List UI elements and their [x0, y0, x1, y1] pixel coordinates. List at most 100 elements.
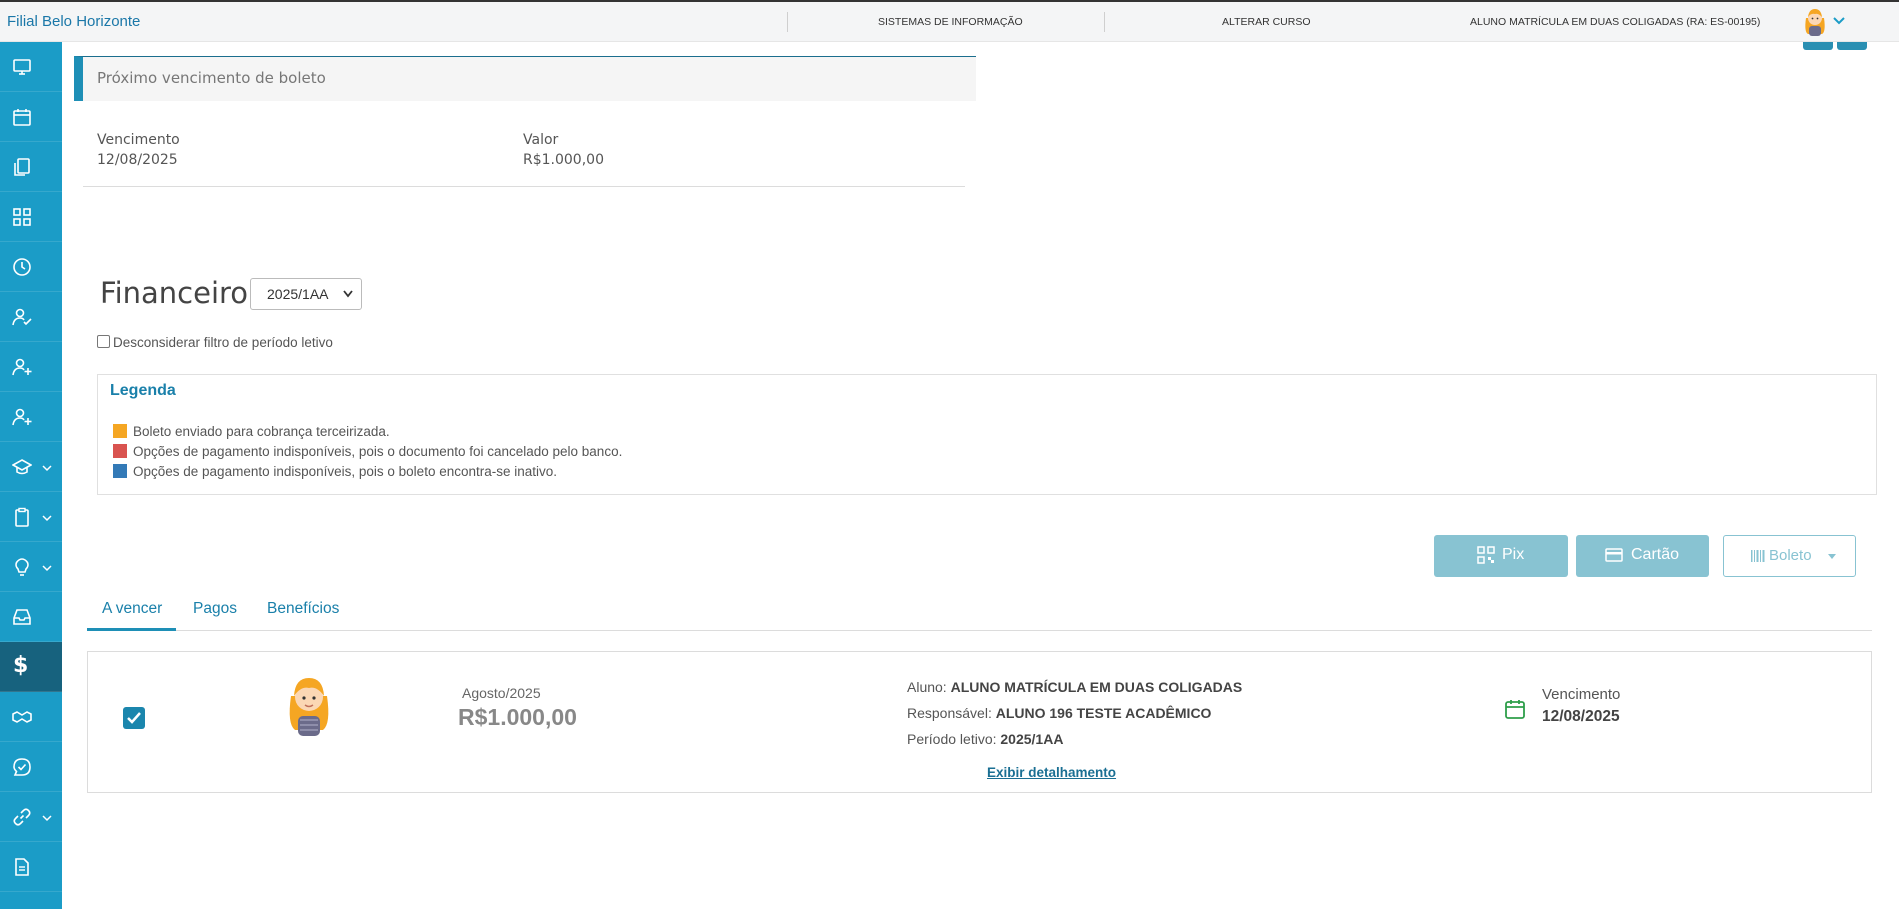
responsible-value: ALUNO 196 TESTE ACADÊMICO	[995, 705, 1212, 721]
period-select[interactable]: 2025/1AA	[250, 278, 362, 310]
tabs-divider	[87, 630, 1872, 631]
tab-pagos[interactable]: Pagos	[193, 600, 237, 618]
sidebar-item-ideas[interactable]	[0, 542, 62, 592]
student-label: Aluno:	[907, 679, 947, 695]
period-select-value: 2025/1AA	[267, 286, 329, 302]
top-bar: Filial Belo Horizonte SISTEMAS DE INFORM…	[0, 0, 1899, 42]
chevron-down-icon[interactable]	[1832, 16, 1846, 26]
period-filter-label: Desconsiderar filtro de período letivo	[113, 335, 333, 350]
check-icon	[127, 712, 141, 724]
document-icon	[15, 858, 29, 876]
sidebar-item-agreements[interactable]	[0, 692, 62, 742]
sidebar-item-enrollment[interactable]	[0, 342, 62, 392]
sidebar-item-schedule[interactable]	[0, 242, 62, 292]
sidebar-item-documents[interactable]	[0, 142, 62, 192]
chevron-down-icon	[343, 290, 353, 298]
chat-check-icon	[13, 758, 31, 776]
invoice-month: Agosto/2025	[462, 685, 541, 701]
chevron-down-icon	[42, 565, 52, 572]
course-name[interactable]: SISTEMAS DE INFORMAÇÃO	[878, 16, 1023, 28]
user-plus-icon	[12, 358, 32, 376]
pix-button[interactable]: Pix	[1434, 535, 1568, 577]
student-value: ALUNO MATRÍCULA EM DUAS COLIGADAS	[950, 679, 1243, 695]
legend-text: Opções de pagamento indisponíveis, pois …	[133, 444, 623, 459]
sidebar-item-financial[interactable]: $	[0, 642, 62, 692]
monitor-icon	[13, 59, 31, 75]
qr-code-icon	[1477, 546, 1495, 564]
boleto-button[interactable]: Boleto	[1723, 535, 1856, 577]
user-check-icon	[12, 308, 32, 326]
change-course-link[interactable]: ALTERAR CURSO	[1222, 16, 1311, 28]
clipboard-icon	[15, 507, 29, 527]
next-due-amount-value: R$1.000,00	[523, 152, 604, 168]
link-icon	[13, 808, 31, 826]
period-label: Período letivo:	[907, 731, 997, 747]
sidebar-item-inbox[interactable]	[0, 592, 62, 642]
page-title: Financeiro:	[100, 276, 258, 310]
next-due-date-label: Vencimento	[97, 132, 180, 148]
dollar-icon: $	[13, 653, 29, 678]
sidebar-item-links[interactable]	[0, 792, 62, 842]
brand-title[interactable]: Filial Belo Horizonte	[7, 13, 140, 30]
chevron-down-icon	[42, 515, 52, 522]
sidebar-item-home[interactable]	[0, 42, 62, 92]
tab-beneficios[interactable]: Benefícios	[267, 600, 339, 618]
card-button-label: Cartão	[1631, 546, 1680, 563]
sidebar-item-calendar[interactable]	[0, 92, 62, 142]
active-tab-indicator	[87, 628, 176, 631]
credit-card-icon	[1605, 548, 1623, 562]
legend-text: Opções de pagamento indisponíveis, pois …	[133, 464, 558, 479]
period-value: 2025/1AA	[1000, 731, 1064, 747]
sidebar-item-reports[interactable]	[0, 842, 62, 892]
documents-icon	[14, 158, 30, 176]
user-avatar-icon[interactable]	[1800, 6, 1830, 38]
sidebar-item-dashboard[interactable]	[0, 192, 62, 242]
legend-title: Legenda	[110, 382, 176, 399]
user-plus-icon	[12, 408, 32, 426]
topbar-divider	[1104, 12, 1105, 32]
barcode-icon	[1751, 550, 1765, 562]
divider	[83, 186, 965, 187]
period-filter-checkbox[interactable]	[97, 335, 110, 348]
topbar-divider	[787, 12, 788, 32]
tab-a-vencer[interactable]: A vencer	[102, 600, 162, 618]
invoice-checkbox[interactable]	[123, 707, 145, 729]
legend-color-cancelled	[113, 444, 127, 458]
card-button[interactable]: Cartão	[1576, 535, 1709, 577]
boleto-button-label: Boleto	[1769, 547, 1812, 564]
graduation-cap-icon	[12, 459, 32, 475]
clock-icon	[13, 258, 31, 276]
legend-text: Boleto enviado para cobrança terceirizad…	[133, 424, 390, 439]
caret-down-icon	[1828, 554, 1836, 559]
sidebar: $	[0, 42, 62, 909]
student-avatar-icon	[289, 678, 329, 736]
calendar-icon	[13, 109, 31, 126]
handshake-icon	[12, 711, 32, 723]
sidebar-item-support[interactable]	[0, 742, 62, 792]
invoice-due-label: Vencimento	[1542, 686, 1621, 703]
invoice-amount: R$1.000,00	[458, 704, 577, 730]
pix-button-label: Pix	[1502, 546, 1525, 563]
next-due-title: Próximo vencimento de boleto	[97, 69, 326, 87]
help-button[interactable]	[1803, 42, 1833, 50]
student-info: Aluno: ALUNO MATRÍCULA EM DUAS COLIGADAS	[907, 679, 1242, 695]
menu-button[interactable]	[1837, 42, 1867, 50]
sidebar-item-attendance[interactable]	[0, 292, 62, 342]
show-details-link[interactable]: Exibir detalhamento	[987, 765, 1116, 780]
calendar-icon	[1505, 700, 1525, 719]
legend-color-outsourced	[113, 424, 127, 438]
chevron-down-icon	[42, 815, 52, 822]
sidebar-item-academic[interactable]	[0, 442, 62, 492]
invoice-due-value: 12/08/2025	[1542, 708, 1620, 725]
lightbulb-icon	[15, 558, 29, 576]
legend-color-inactive	[113, 464, 127, 478]
sidebar-item-registration[interactable]	[0, 392, 62, 442]
next-due-amount-label: Valor	[523, 132, 559, 148]
responsible-info: Responsável: ALUNO 196 TESTE ACADÊMICO	[907, 705, 1211, 721]
sidebar-item-assessments[interactable]	[0, 492, 62, 542]
responsible-label: Responsável:	[907, 705, 992, 721]
next-due-date-value: 12/08/2025	[97, 152, 178, 168]
grid-icon	[13, 208, 31, 226]
student-name[interactable]: ALUNO MATRÍCULA EM DUAS COLIGADAS (RA: E…	[1470, 16, 1760, 28]
chevron-down-icon	[42, 465, 52, 472]
